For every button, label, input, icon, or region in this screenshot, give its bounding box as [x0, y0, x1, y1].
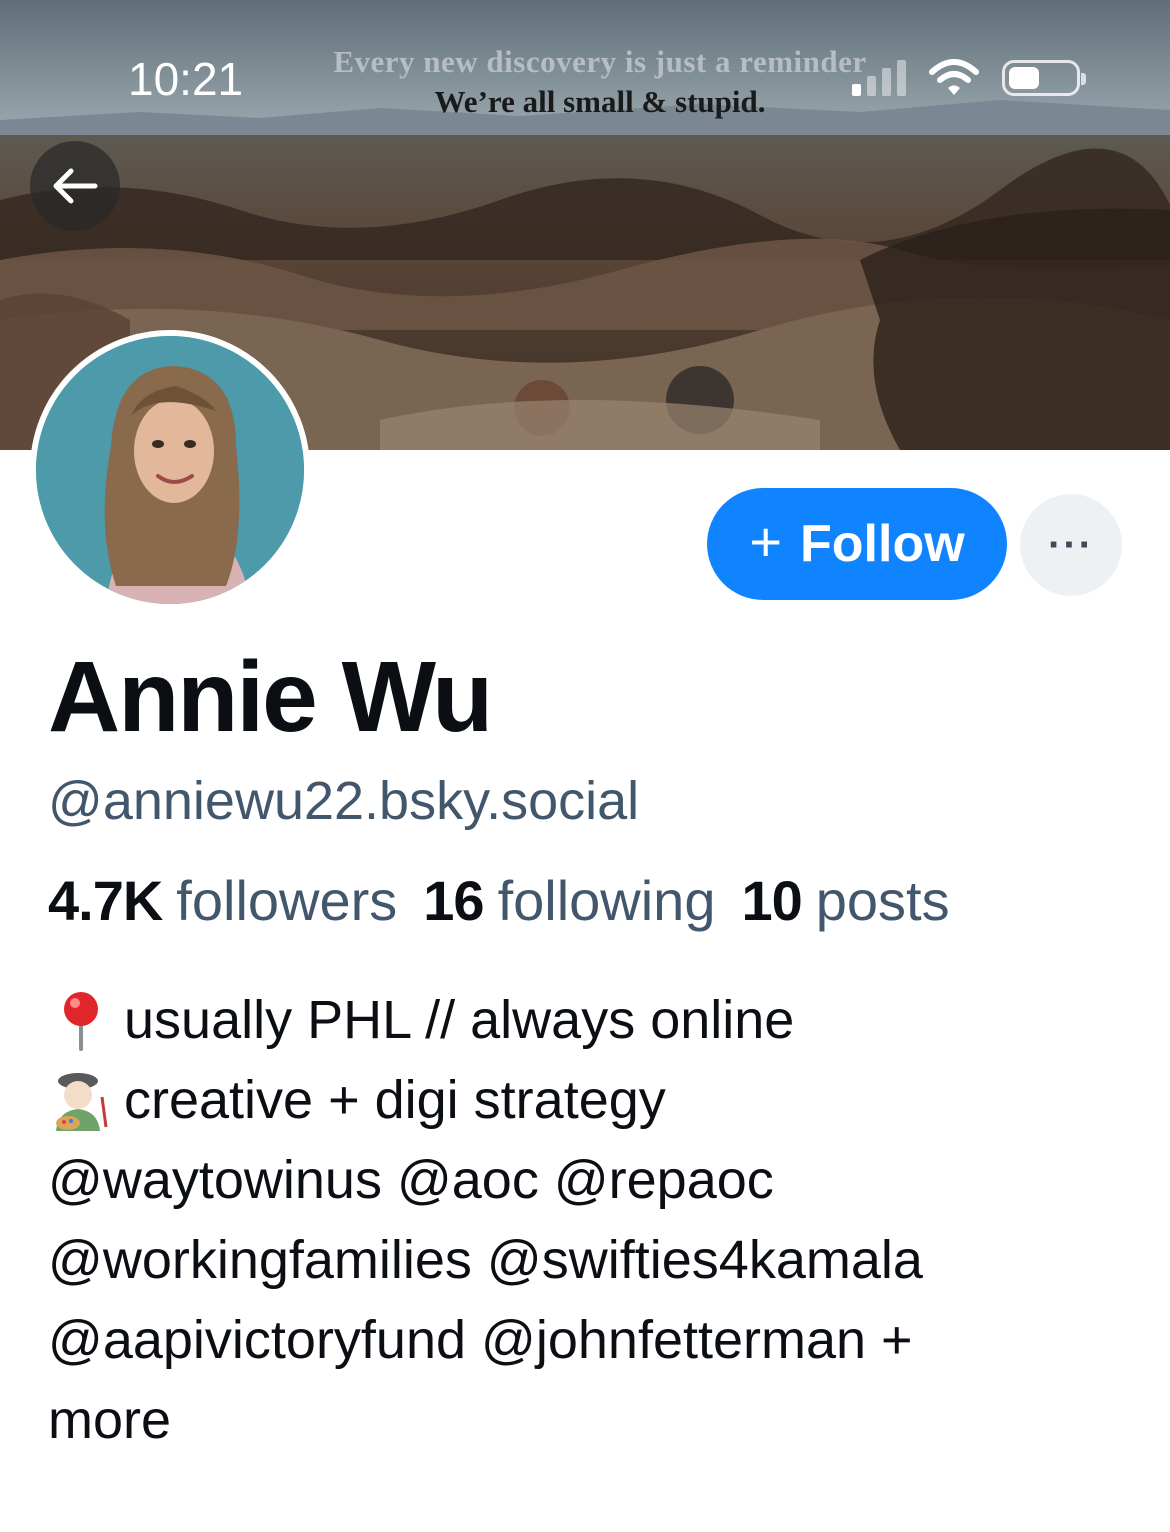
wifi-icon — [929, 59, 979, 95]
cellular-signal-icon — [852, 60, 906, 96]
status-bar-time: 10:21 — [128, 53, 244, 105]
bio-line-6: more — [48, 1390, 172, 1450]
plus-icon: + — [749, 510, 783, 573]
arrow-left-icon — [53, 168, 98, 204]
followers-count: 4.7K — [48, 869, 163, 932]
followers-stat[interactable]: 4.7K followers — [48, 868, 397, 933]
posts-count: 10 — [741, 869, 802, 932]
bio-line-4[interactable]: @workingfamilies @swifties4kamala — [48, 1220, 1138, 1300]
ellipsis-icon: ··· — [1048, 522, 1094, 567]
avatar[interactable] — [30, 330, 310, 610]
followers-label: followers — [176, 869, 398, 932]
bio-text-1: usually PHL // always online — [124, 990, 795, 1050]
following-label: following — [497, 869, 716, 932]
more-options-button[interactable]: ··· — [1020, 494, 1122, 596]
posts-label: posts — [815, 869, 950, 932]
bio-text-2: creative + digi strategy — [124, 1070, 666, 1130]
bio-line-5[interactable]: @aapivictoryfund @johnfetterman + — [48, 1300, 1138, 1380]
following-stat[interactable]: 16 following — [423, 868, 715, 933]
display-name: Annie Wu — [48, 641, 493, 753]
battery-icon — [1002, 60, 1086, 96]
following-count: 16 — [423, 869, 484, 932]
artist-emoji-icon — [56, 1073, 108, 1131]
bio-line-1: usually PHL // always online — [48, 980, 1138, 1060]
profile-handle: @anniewu22.bsky.social — [48, 771, 640, 831]
avatar-photo — [36, 336, 304, 604]
back-button[interactable] — [30, 141, 120, 231]
bio-line-3[interactable]: @waytowinus @aoc @repaoc — [48, 1140, 1138, 1220]
follow-button[interactable]: + Follow — [707, 488, 1007, 600]
status-bar-icons — [852, 58, 1086, 98]
follow-button-label: Follow — [800, 515, 965, 573]
bio-line-2: creative + digi strategy — [48, 1060, 1138, 1140]
profile-stats: 4.7K followers 16 following 10 posts — [48, 868, 950, 933]
round-pushpin-icon — [64, 992, 98, 1051]
profile-bio: usually PHL // always online creative + … — [48, 980, 1138, 1460]
posts-stat: 10 posts — [741, 868, 949, 933]
